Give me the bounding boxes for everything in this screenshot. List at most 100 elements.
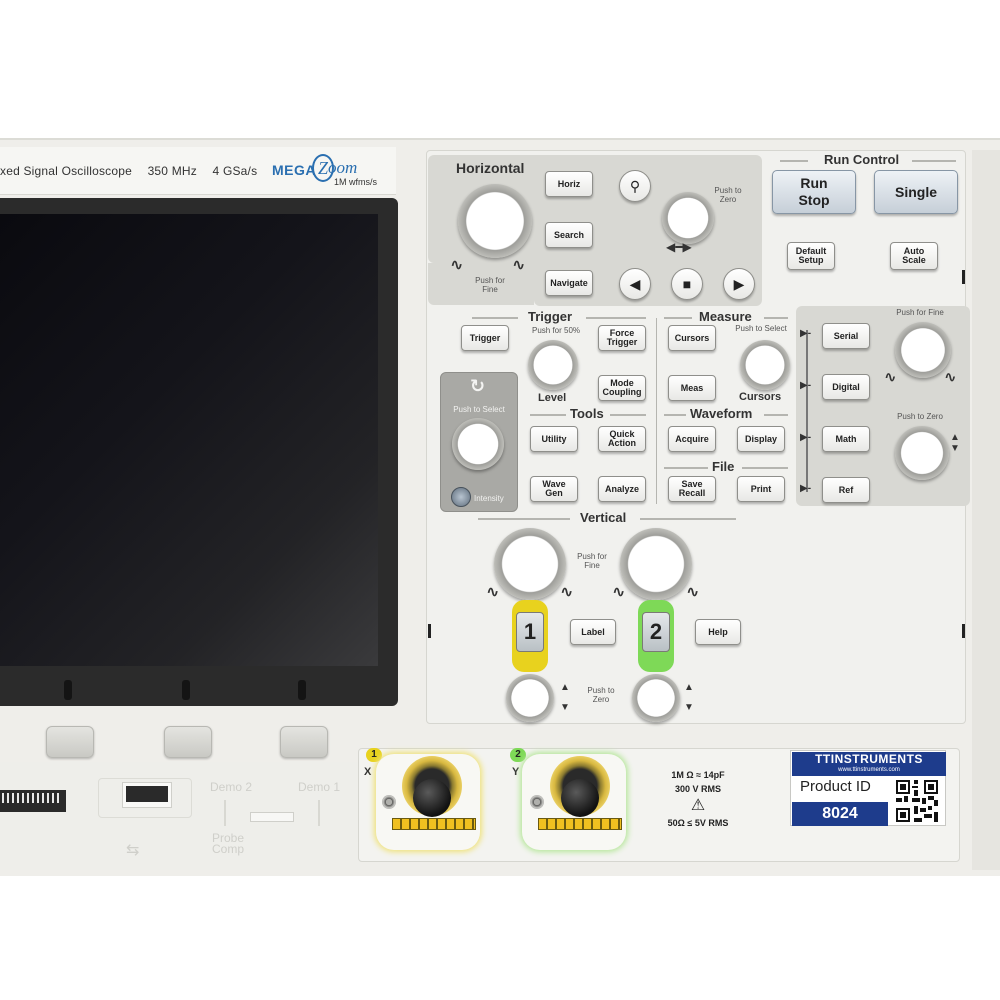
navigate-back-button[interactable]: ◀: [619, 268, 651, 300]
search-button[interactable]: Search: [545, 222, 593, 248]
left-right-arrows-icon: ◀━▶: [666, 240, 692, 254]
navigate-button[interactable]: Navigate: [545, 270, 593, 296]
horiz-button[interactable]: Horiz: [545, 171, 593, 197]
section-divider: [530, 414, 566, 416]
entry-knob[interactable]: [452, 418, 504, 470]
zoom-button[interactable]: ⚲: [619, 170, 651, 202]
section-divider: [664, 467, 708, 469]
softkey-1[interactable]: [46, 726, 94, 758]
intensity-push-to-select: Push to Select: [453, 405, 505, 414]
default-setup-button[interactable]: Default Setup: [787, 242, 835, 270]
measure-push-to-select: Push to Select: [735, 324, 787, 333]
ch2-scale-knob[interactable]: [620, 528, 692, 600]
force-trigger-button[interactable]: Force Trigger: [598, 325, 646, 351]
up-down-arrows-icon: ▲ ▼: [560, 682, 570, 713]
help-button[interactable]: Help: [695, 619, 741, 645]
demo1-label: Demo 1: [298, 780, 341, 794]
quick-action-button[interactable]: Quick Action: [598, 426, 646, 452]
source-position-knob[interactable]: [895, 426, 949, 480]
model-bandwidth: 350 MHz: [147, 164, 197, 178]
probe-comp-terminal[interactable]: [250, 812, 294, 822]
trigger-push-for-50: Push for 50%: [531, 326, 581, 335]
label-button[interactable]: Label: [570, 619, 616, 645]
analyze-button[interactable]: Analyze: [598, 476, 646, 502]
acquire-button[interactable]: Acquire: [668, 426, 716, 452]
softkey-3[interactable]: [280, 726, 328, 758]
demo2-label: Demo 2: [210, 780, 253, 794]
cursors-label: Cursors: [739, 391, 782, 403]
sticker-brand: TTINSTRUMENTS www.ttinstruments.com: [792, 752, 946, 776]
model-sample-rate: 4 GSa/s: [212, 164, 258, 178]
trigger-level-knob[interactable]: [528, 340, 578, 390]
ch2-axis-label: Y: [512, 766, 520, 778]
mode-coupling-button[interactable]: Mode Coupling: [598, 375, 646, 401]
digital-button[interactable]: Digital: [822, 374, 870, 400]
section-divider: [664, 414, 686, 416]
panel-marker: [428, 624, 431, 638]
meas-button[interactable]: Meas: [668, 375, 716, 401]
logic-connector-pins: [2, 793, 62, 803]
screw: [382, 795, 396, 809]
section-divider: [586, 317, 646, 319]
wave-gen-button[interactable]: Wave Gen: [530, 476, 578, 502]
sine-icon: ∿: [560, 584, 574, 601]
model-name: xed Signal Oscilloscope: [0, 164, 133, 178]
spec-50ohm: 50Ω ≤ 5V RMS: [667, 818, 729, 828]
horizontal-scale-knob[interactable]: [458, 184, 532, 258]
save-recall-button[interactable]: Save Recall: [668, 476, 716, 502]
source-scale-knob[interactable]: [895, 322, 951, 378]
intensity-button[interactable]: [451, 487, 471, 507]
auto-scale-button[interactable]: Auto Scale: [890, 242, 938, 270]
cursors-button[interactable]: Cursors: [668, 325, 716, 351]
serial-button[interactable]: Serial: [822, 323, 870, 349]
section-divider: [478, 518, 570, 520]
ch2-input-tag: 2: [510, 748, 526, 762]
sine-icon: ∿: [450, 257, 464, 274]
ch1-probe-pads: [392, 818, 476, 830]
section-divider: [664, 317, 692, 319]
bezel-notch: [298, 680, 306, 700]
stop-icon: ■: [682, 275, 692, 292]
display-button[interactable]: Display: [737, 426, 785, 452]
play-forward-icon: ▶: [733, 275, 745, 292]
file-title: File: [712, 459, 735, 474]
panel-separator: [656, 318, 657, 504]
sine-icon: ∿: [612, 584, 626, 601]
ch2-position-knob[interactable]: [632, 674, 680, 722]
ch1-bnc-core: [413, 779, 451, 817]
section-divider: [912, 160, 956, 162]
ch1-button[interactable]: 1: [516, 612, 544, 652]
ch1-axis-label: X: [364, 766, 372, 778]
math-button[interactable]: Math: [822, 426, 870, 452]
navigate-forward-button[interactable]: ▶: [723, 268, 755, 300]
waveform-title: Waveform: [690, 406, 753, 421]
vertical-push-to-zero: Push to Zero: [587, 686, 615, 704]
print-button[interactable]: Print: [737, 476, 785, 502]
cursors-knob[interactable]: [740, 340, 790, 390]
ch2-probe-pads: [538, 818, 622, 830]
bezel-notch: [182, 680, 190, 700]
horizontal-title: Horizontal: [456, 160, 525, 176]
panel-marker: [962, 624, 965, 638]
ch2-button[interactable]: 2: [642, 612, 670, 652]
run-control-title: Run Control: [824, 152, 900, 167]
ref-button[interactable]: Ref: [822, 477, 870, 503]
play-back-icon: ◀: [629, 275, 641, 292]
trigger-level-label: Level: [538, 392, 567, 404]
section-divider: [764, 414, 788, 416]
utility-button[interactable]: Utility: [530, 426, 578, 452]
source-bracket: [806, 330, 808, 492]
trigger-button[interactable]: Trigger: [461, 325, 509, 351]
navigate-stop-button[interactable]: ■: [671, 268, 703, 300]
run-stop-button[interactable]: Run Stop: [772, 170, 856, 214]
section-divider: [780, 160, 808, 162]
horizontal-push-for-fine: Push for Fine: [475, 276, 505, 294]
panel-marker: [962, 270, 965, 284]
softkey-2[interactable]: [164, 726, 212, 758]
bezel-notch: [64, 680, 72, 700]
section-divider: [610, 414, 646, 416]
single-button[interactable]: Single: [874, 170, 958, 214]
ch1-position-knob[interactable]: [506, 674, 554, 722]
brand-name: TTINSTRUMENTS: [815, 752, 923, 766]
ch1-scale-knob[interactable]: [494, 528, 566, 600]
